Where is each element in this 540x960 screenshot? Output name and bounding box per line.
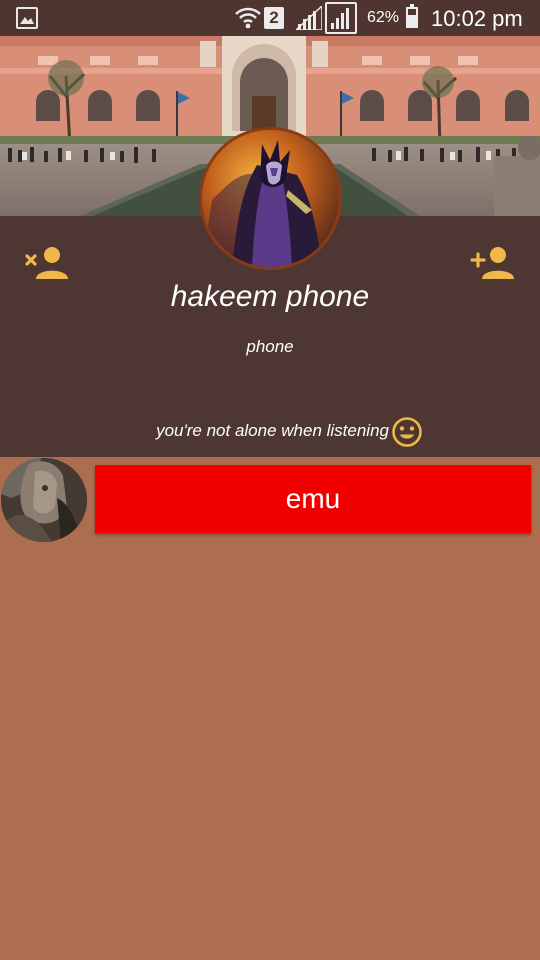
signal-strength-icon	[296, 6, 322, 30]
battery-percentage: 62%	[367, 9, 400, 26]
remove-person-icon	[25, 247, 68, 279]
signal-strength-sim2-icon	[325, 2, 357, 34]
profile-tagline: you're not alone when listening	[0, 415, 540, 447]
add-person-icon	[470, 247, 514, 279]
battery-icon	[406, 4, 418, 28]
profile-name: hakeem phone	[170, 280, 370, 313]
follow-button[interactable]	[470, 245, 516, 281]
unfollow-button[interactable]	[24, 245, 70, 281]
status-bar: 2 62% 10:02 pm	[0, 0, 540, 36]
list-item[interactable]: emu	[0, 457, 540, 543]
wifi-icon	[235, 7, 261, 29]
smiley-icon	[392, 417, 422, 447]
tagline-text: you're not alone when listening	[156, 421, 389, 440]
list-item-title-button[interactable]: emu	[95, 465, 531, 533]
sim-slot-badge: 2	[264, 7, 284, 29]
profile-avatar[interactable]	[199, 127, 342, 270]
profile-subtitle: phone	[246, 337, 294, 356]
gallery-notification-icon	[16, 7, 38, 29]
list-item-thumbnail	[1, 458, 87, 542]
clock: 10:02 pm	[431, 6, 523, 31]
